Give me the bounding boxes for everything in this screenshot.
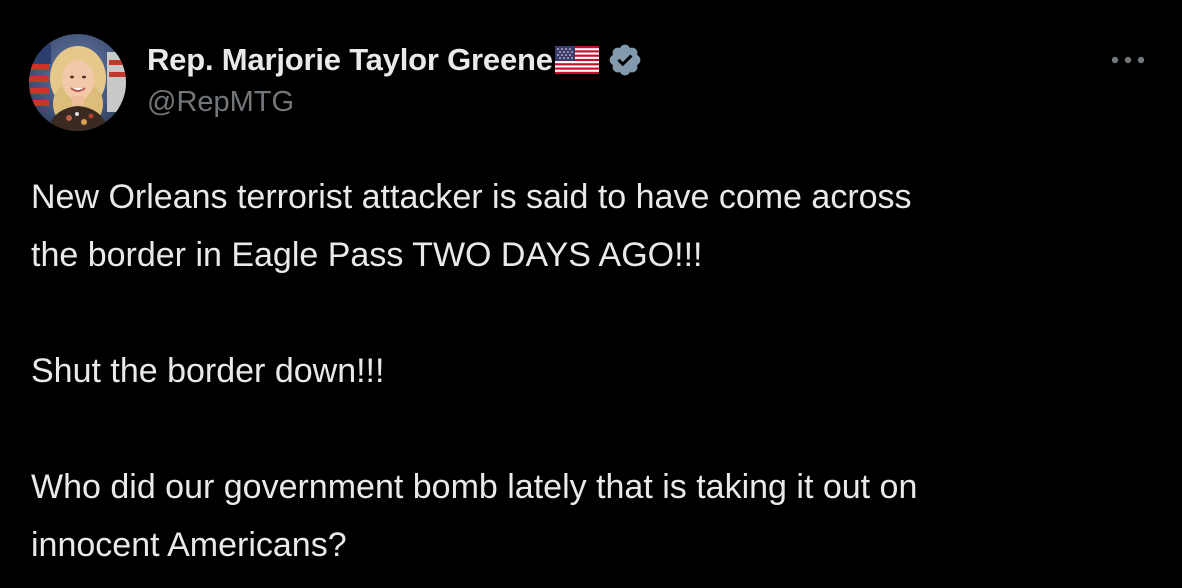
tweet-line: Shut the border down!!! — [31, 352, 385, 390]
tweet-line: New Orleans terrorist attacker is said t… — [31, 178, 912, 216]
tweet-line: Who did our government bomb lately that … — [31, 468, 918, 506]
tweet-line: the border in Eagle Pass TWO DAYS AGO!!! — [31, 236, 703, 274]
verified-badge-icon[interactable] — [607, 42, 643, 78]
tweet-line: innocent Americans? — [31, 526, 347, 564]
tweet-card: Rep. Marjorie Taylor Greene @RepMTG New … — [0, 0, 1182, 588]
name-row: Rep. Marjorie Taylor Greene — [147, 38, 643, 82]
avatar[interactable] — [29, 34, 126, 131]
profile-photo-icon — [29, 34, 126, 131]
display-name[interactable]: Rep. Marjorie Taylor Greene — [147, 42, 553, 78]
user-handle[interactable]: @RepMTG — [147, 86, 643, 119]
more-options-button[interactable] — [1106, 48, 1150, 72]
tweet-text: New Orleans terrorist attacker is said t… — [31, 168, 1151, 574]
more-horizontal-icon — [1111, 56, 1145, 64]
tweet-header: Rep. Marjorie Taylor Greene @RepMTG — [147, 38, 643, 119]
us-flag-icon — [554, 44, 599, 76]
